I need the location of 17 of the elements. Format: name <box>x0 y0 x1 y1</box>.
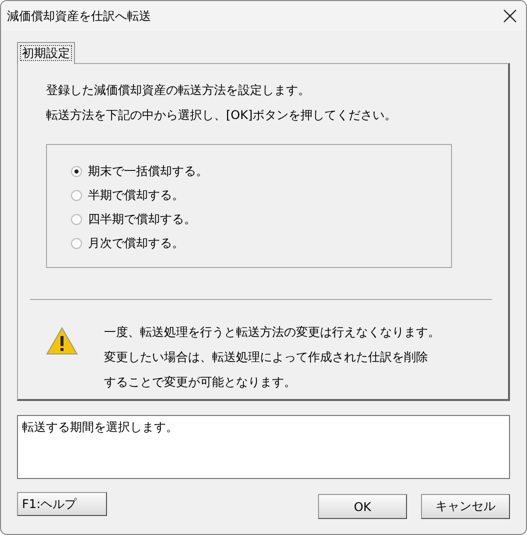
warning-text: 変更したい場合は、転送処理によって作成された仕訳を削除 <box>104 349 429 366</box>
instruction-text: 登録した減価償却資産の転送方法を設定します。 <box>46 82 311 99</box>
warning-icon <box>46 327 78 355</box>
warning-text: することで変更が可能となります。 <box>104 374 297 391</box>
close-icon[interactable] <box>502 8 518 24</box>
description-text: 転送する期間を選択します。 <box>22 420 178 434</box>
window-title: 減価償却資産を仕訳へ転送 <box>7 8 151 24</box>
radio-option[interactable]: 月次で償却する。 <box>71 233 451 253</box>
warning-text: 一度、転送処理を行うと転送方法の変更は行えなくなります。 <box>104 324 440 341</box>
radio-option[interactable]: 半期で償却する。 <box>71 185 451 205</box>
instruction-text: 転送方法を下記の中から選択し、[OK]ボタンを押してください。 <box>46 107 398 124</box>
radio-option[interactable]: 四半期で償却する。 <box>71 209 451 229</box>
cancel-button[interactable]: キャンセル <box>421 494 510 519</box>
ok-button[interactable]: OK <box>318 494 407 519</box>
help-button[interactable]: F1:ヘルプ <box>17 492 107 516</box>
radio-option[interactable]: 期末で一括償却する。 <box>71 161 451 181</box>
tab[interactable]: 初期設定 <box>17 42 75 64</box>
